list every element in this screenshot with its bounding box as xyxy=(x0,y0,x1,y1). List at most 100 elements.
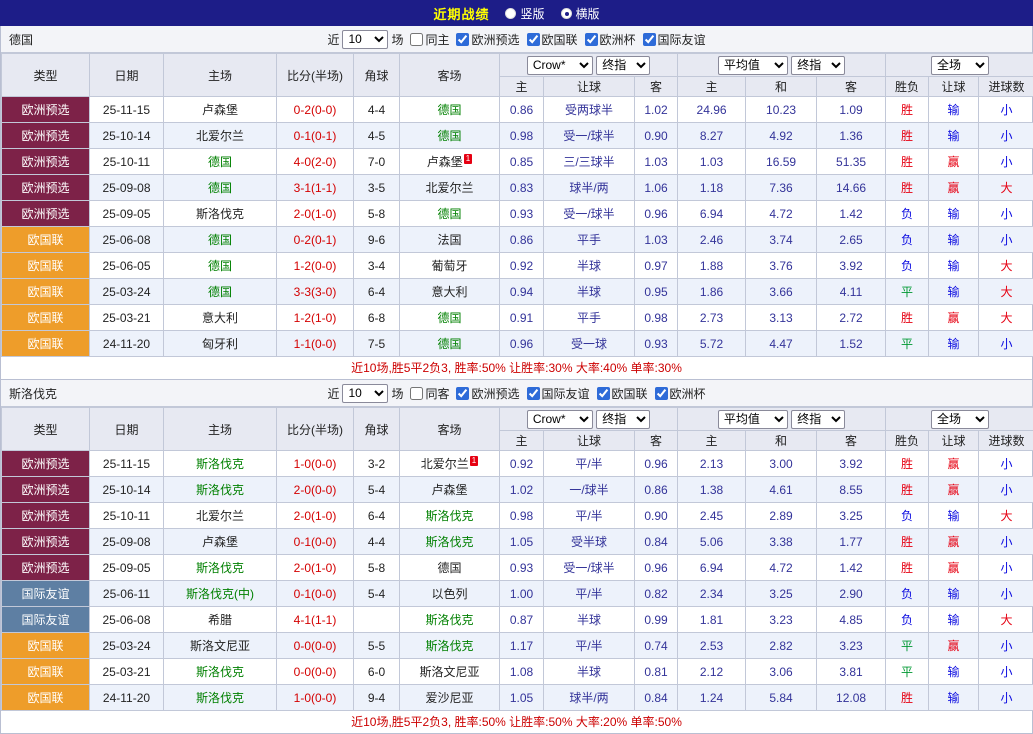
team-link[interactable]: 德国 xyxy=(208,181,232,195)
team-link[interactable]: 卢森堡1 xyxy=(427,155,472,169)
team-link[interactable]: 斯洛伐克 xyxy=(425,509,473,523)
avg-odds-select[interactable]: 平均值 xyxy=(718,410,788,429)
team-link[interactable]: 斯洛伐克 xyxy=(196,483,244,497)
match-count-select[interactable]: 10 xyxy=(342,30,388,49)
radio-unselected-icon[interactable] xyxy=(505,8,516,19)
odds-stage-select[interactable]: 终指 xyxy=(596,410,650,429)
avg-away-odds: 2.90 xyxy=(817,581,886,607)
match-count-select[interactable]: 10 xyxy=(342,384,388,403)
team-link[interactable]: 德国 xyxy=(437,129,461,143)
team-label: 德国 xyxy=(208,181,232,195)
team-link[interactable]: 德国 xyxy=(437,103,461,117)
result-goals: 小 xyxy=(979,633,1033,659)
league-filter-euro-qual[interactable]: 欧洲预选 xyxy=(452,385,519,402)
avg-away-odds: 2.65 xyxy=(817,227,886,253)
team-link[interactable]: 卢森堡 xyxy=(431,483,467,497)
team-label: 北爱尔兰 xyxy=(196,129,244,143)
team-link[interactable]: 北爱尔兰 xyxy=(425,181,473,195)
same-venue-filter[interactable]: 同客 xyxy=(406,385,449,402)
league-filter-eurocup[interactable]: 欧洲杯 xyxy=(581,31,636,48)
avg-odds-select[interactable]: 平均值 xyxy=(718,56,788,75)
league-checkbox[interactable] xyxy=(643,33,656,46)
team-link[interactable]: 北爱尔兰 xyxy=(196,509,244,523)
team-link[interactable]: 德国 xyxy=(208,285,232,299)
team-link[interactable]: 北爱尔兰1 xyxy=(421,457,478,471)
home-odds: 1.02 xyxy=(500,477,544,503)
corner-score: 4-4 xyxy=(354,529,400,555)
team-link[interactable]: 意大利 xyxy=(202,311,238,325)
team-link[interactable]: 斯洛伐克 xyxy=(196,457,244,471)
team-link[interactable]: 斯洛文尼亚 xyxy=(419,665,479,679)
horizontal-layout-radio[interactable]: 横版 xyxy=(561,5,600,22)
filter-bar: 近 10 场 同主 欧洲预选 欧国联 欧洲杯 国际友谊 xyxy=(327,30,705,49)
handicap-line: 平手 xyxy=(544,227,635,253)
team-link[interactable]: 匈牙利 xyxy=(202,337,238,351)
team-label: 卢森堡 xyxy=(202,103,238,117)
bookmaker-select[interactable]: Crow* xyxy=(527,410,593,429)
match-row: 欧国联24-11-20匈牙利1-1(0-0)7-5德国0.96受一球0.935.… xyxy=(2,331,1033,357)
away-odds: 1.02 xyxy=(635,97,678,123)
competition-type: 欧国联 xyxy=(2,685,90,711)
bookmaker-select[interactable]: Crow* xyxy=(527,56,593,75)
team-link[interactable]: 法国 xyxy=(437,233,461,247)
team-link[interactable]: 斯洛伐克 xyxy=(196,207,244,221)
league-filter-friendly[interactable]: 国际友谊 xyxy=(639,31,706,48)
avg-away-odds: 51.35 xyxy=(817,149,886,175)
handicap-line: 一/球半 xyxy=(544,477,635,503)
match-date: 25-06-11 xyxy=(90,581,164,607)
team-link[interactable]: 斯洛伐克 xyxy=(196,561,244,575)
team-link[interactable]: 德国 xyxy=(437,561,461,575)
home-odds: 1.08 xyxy=(500,659,544,685)
same-venue-checkbox[interactable] xyxy=(410,33,423,46)
league-filter-nations[interactable]: 欧国联 xyxy=(593,385,648,402)
team-link[interactable]: 斯洛文尼亚 xyxy=(190,639,250,653)
league-filter-euro-qual[interactable]: 欧洲预选 xyxy=(452,31,519,48)
team-link[interactable]: 斯洛伐克 xyxy=(196,691,244,705)
result-handicap: 输 xyxy=(929,607,979,633)
team-link[interactable]: 德国 xyxy=(208,155,232,169)
team-link[interactable]: 斯洛伐克 xyxy=(425,535,473,549)
league-filter-nations[interactable]: 欧国联 xyxy=(523,31,578,48)
league-checkbox[interactable] xyxy=(655,387,668,400)
match-period-select[interactable]: 全场 xyxy=(931,410,989,429)
team-link[interactable]: 德国 xyxy=(208,259,232,273)
league-checkbox[interactable] xyxy=(456,387,469,400)
odds-stage-select[interactable]: 终指 xyxy=(596,56,650,75)
avg-stage-select[interactable]: 终指 xyxy=(791,410,845,429)
team-link[interactable]: 卢森堡 xyxy=(202,103,238,117)
league-checkbox[interactable] xyxy=(597,387,610,400)
team-link[interactable]: 卢森堡 xyxy=(202,535,238,549)
league-checkbox[interactable] xyxy=(527,33,540,46)
same-venue-filter[interactable]: 同主 xyxy=(406,31,449,48)
team-link[interactable]: 斯洛伐克 xyxy=(425,639,473,653)
team-link[interactable]: 德国 xyxy=(437,207,461,221)
league-checkbox[interactable] xyxy=(456,33,469,46)
team-link[interactable]: 以色列 xyxy=(431,587,467,601)
same-venue-checkbox[interactable] xyxy=(410,387,423,400)
team-link[interactable]: 北爱尔兰 xyxy=(196,129,244,143)
team-link[interactable]: 斯洛伐克 xyxy=(425,613,473,627)
match-date: 25-06-08 xyxy=(90,227,164,253)
team-link[interactable]: 德国 xyxy=(208,233,232,247)
avg-stage-select[interactable]: 终指 xyxy=(791,56,845,75)
league-checkbox[interactable] xyxy=(585,33,598,46)
team-link[interactable]: 葡萄牙 xyxy=(431,259,467,273)
team-link[interactable]: 斯洛伐克 xyxy=(196,665,244,679)
league-filter-friendly[interactable]: 国际友谊 xyxy=(523,385,590,402)
result-goals: 小 xyxy=(979,149,1033,175)
team-link[interactable]: 德国 xyxy=(437,311,461,325)
team-link[interactable]: 希腊 xyxy=(208,613,232,627)
match-period-select[interactable]: 全场 xyxy=(931,56,989,75)
team-link[interactable]: 斯洛伐克(中) xyxy=(186,587,254,601)
league-checkbox[interactable] xyxy=(527,387,540,400)
col-header-date: 日期 xyxy=(90,54,164,97)
team-link[interactable]: 爱沙尼亚 xyxy=(425,691,473,705)
away-team-cell: 北爱尔兰1 xyxy=(400,451,500,477)
league-filter-eurocup[interactable]: 欧洲杯 xyxy=(651,385,706,402)
team-link[interactable]: 德国 xyxy=(437,337,461,351)
radio-selected-icon[interactable] xyxy=(561,8,572,19)
vertical-layout-radio[interactable]: 竖版 xyxy=(505,5,544,22)
team-label: 希腊 xyxy=(208,613,232,627)
sub-header-avg-away: 客 xyxy=(817,431,886,451)
team-link[interactable]: 意大利 xyxy=(431,285,467,299)
